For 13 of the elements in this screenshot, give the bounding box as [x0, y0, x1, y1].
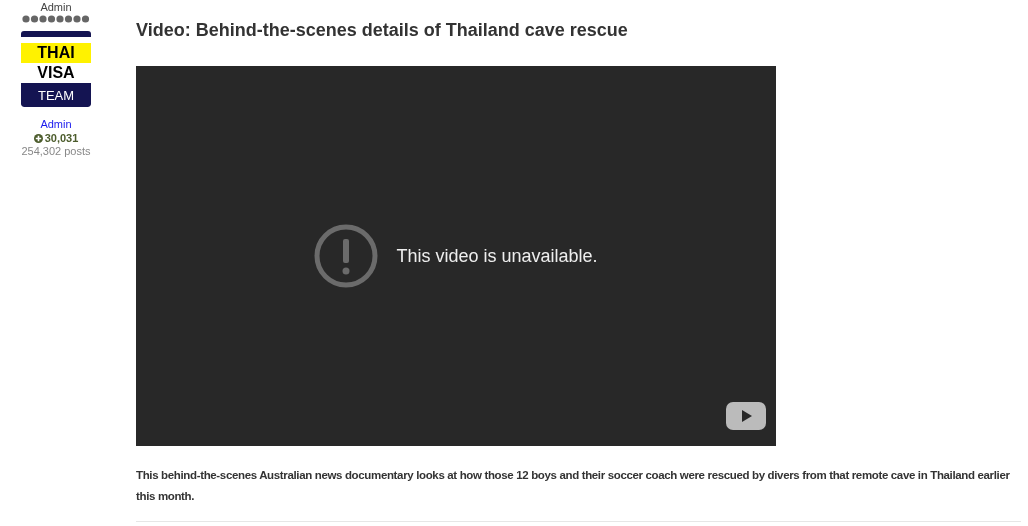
- post-body: This behind-the-scenes Australian news documentary looks at how those 12 boys and their soccer coach were rescued by divers from that remote cave in Thailand earlier this month.: [136, 468, 1011, 504]
- member-title: Admin: [40, 1, 72, 13]
- play-logo-icon[interactable]: [726, 402, 766, 430]
- post-count: 254,302 posts: [21, 145, 91, 157]
- video-message: This video is unavailable.: [396, 245, 598, 267]
- avatar-logo: THAI VISA TEAM: [21, 31, 91, 107]
- rank-pips-drawing: [22, 15, 90, 23]
- warning-icon: [314, 224, 379, 288]
- author-link[interactable]: Admin: [40, 118, 72, 130]
- post-title: Video: Behind-the-scenes details of Thailand cave rescue: [136, 20, 629, 41]
- plus-icon: [33, 133, 43, 143]
- reputation-count: 30,031: [44, 132, 79, 144]
- video-player[interactable]: This video is unavailable.: [136, 66, 776, 446]
